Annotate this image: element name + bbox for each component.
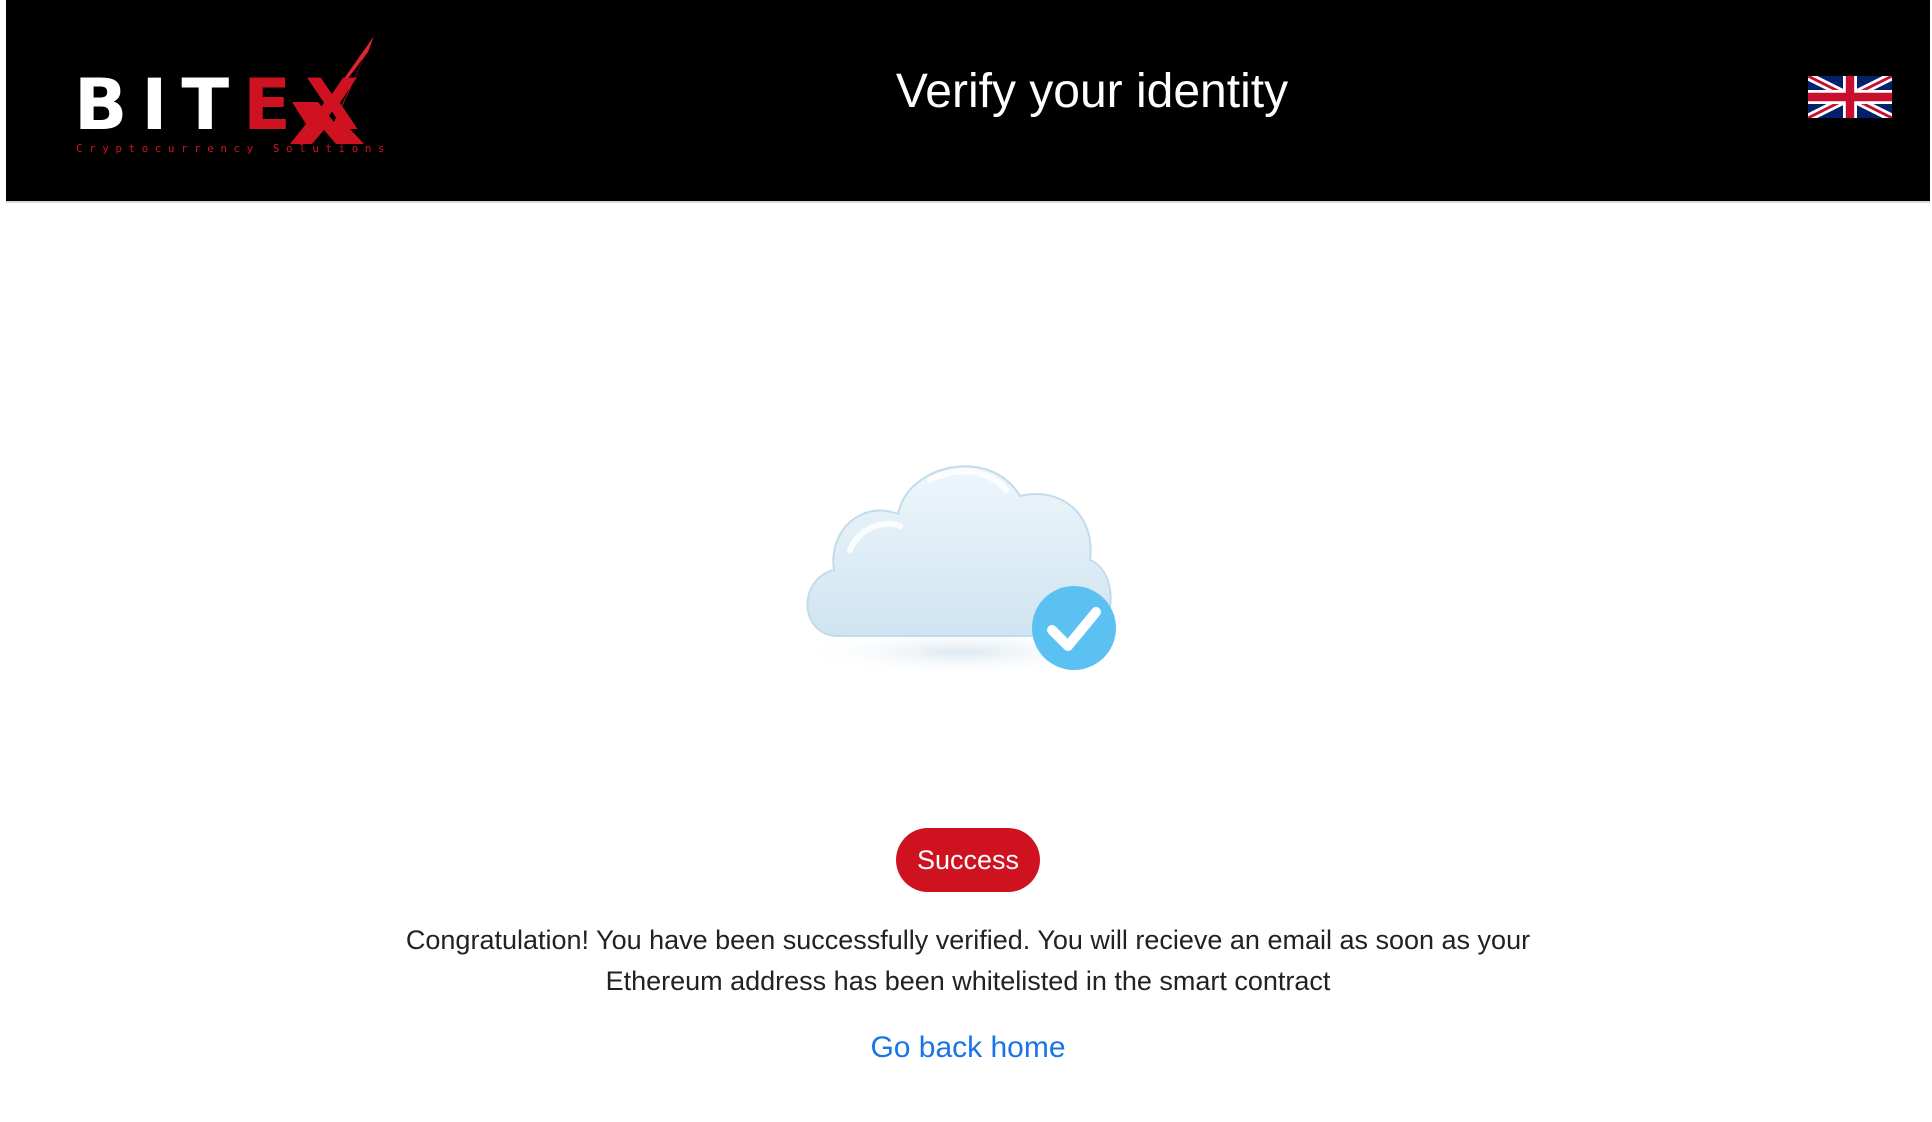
header: BITEX Cryptocurrency Solutions Verify yo…: [6, 0, 1930, 203]
cloud-check-icon: [800, 465, 1120, 676]
page: BITEX Cryptocurrency Solutions Verify yo…: [0, 0, 1932, 1122]
go-back-home-link[interactable]: Go back home: [866, 1028, 1070, 1068]
verification-message: Congratulation! You have been successful…: [405, 925, 1531, 996]
logo-tagline: Cryptocurrency Solutions: [76, 142, 391, 155]
uk-flag-icon[interactable]: [1808, 76, 1892, 118]
page-title: Verify your identity: [895, 65, 1289, 118]
status-badge: Success: [896, 828, 1040, 892]
